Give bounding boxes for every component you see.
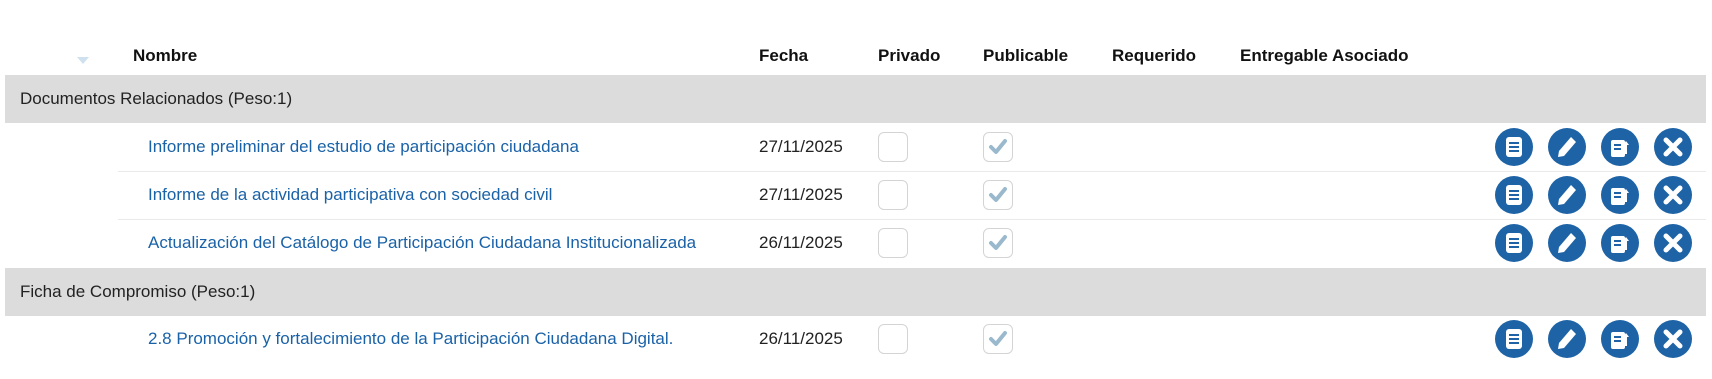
document-icon <box>1506 137 1522 157</box>
export-icon <box>1611 332 1629 349</box>
export-icon <box>1611 140 1629 157</box>
checkmark-icon <box>989 235 1007 250</box>
close-icon <box>1663 185 1683 205</box>
view-document-button[interactable] <box>1495 320 1533 358</box>
document-link[interactable]: Informe de la actividad participativa co… <box>148 185 552 205</box>
close-icon <box>1663 329 1683 349</box>
document-link[interactable]: Actualización del Catálogo de Participac… <box>148 233 696 253</box>
publicable-checkbox[interactable] <box>983 132 1013 162</box>
sort-arrow-icon[interactable] <box>77 57 89 64</box>
export-icon <box>1611 188 1629 205</box>
checkmark-icon <box>989 187 1007 202</box>
document-icon <box>1506 185 1522 205</box>
document-date: 27/11/2025 <box>759 137 843 156</box>
export-button[interactable] <box>1601 224 1639 262</box>
column-header-publicable[interactable]: Publicable <box>983 46 1068 66</box>
document-date: 27/11/2025 <box>759 185 843 204</box>
publicable-checkbox[interactable] <box>983 180 1013 210</box>
column-header-requerido[interactable]: Requerido <box>1112 46 1196 66</box>
publicable-checkbox[interactable] <box>983 324 1013 354</box>
pencil-icon <box>1558 185 1576 205</box>
checkmark-icon <box>989 331 1007 346</box>
delete-button[interactable] <box>1654 176 1692 214</box>
row-divider <box>118 171 1706 172</box>
column-header-privado[interactable]: Privado <box>878 46 940 66</box>
delete-button[interactable] <box>1654 320 1692 358</box>
document-date: 26/11/2025 <box>759 329 843 348</box>
document-link[interactable]: Informe preliminar del estudio de partic… <box>148 137 579 157</box>
pencil-icon <box>1558 137 1576 157</box>
checkmark-icon <box>989 139 1007 154</box>
view-document-button[interactable] <box>1495 224 1533 262</box>
export-icon <box>1611 236 1629 253</box>
column-header-entregable-asociado[interactable]: Entregable Asociado <box>1240 46 1408 66</box>
privado-checkbox[interactable] <box>878 180 908 210</box>
column-header-nombre[interactable]: Nombre <box>133 46 197 66</box>
document-link[interactable]: 2.8 Promoción y fortalecimiento de la Pa… <box>148 329 673 349</box>
group-header: Documentos Relacionados (Peso:1) <box>5 75 1706 123</box>
row-divider <box>118 219 1706 220</box>
column-header-fecha[interactable]: Fecha <box>759 46 808 66</box>
delete-button[interactable] <box>1654 224 1692 262</box>
edit-button[interactable] <box>1548 128 1586 166</box>
export-button[interactable] <box>1601 176 1639 214</box>
export-button[interactable] <box>1601 320 1639 358</box>
pencil-icon <box>1558 329 1576 349</box>
close-icon <box>1663 137 1683 157</box>
delete-button[interactable] <box>1654 128 1692 166</box>
document-icon <box>1506 233 1522 253</box>
publicable-checkbox[interactable] <box>983 228 1013 258</box>
export-button[interactable] <box>1601 128 1639 166</box>
group-header: Ficha de Compromiso (Peso:1) <box>5 268 1706 316</box>
view-document-button[interactable] <box>1495 128 1533 166</box>
privado-checkbox[interactable] <box>878 228 908 258</box>
edit-button[interactable] <box>1548 320 1586 358</box>
privado-checkbox[interactable] <box>878 132 908 162</box>
privado-checkbox[interactable] <box>878 324 908 354</box>
close-icon <box>1663 233 1683 253</box>
edit-button[interactable] <box>1548 224 1586 262</box>
document-icon <box>1506 329 1522 349</box>
view-document-button[interactable] <box>1495 176 1533 214</box>
pencil-icon <box>1558 233 1576 253</box>
edit-button[interactable] <box>1548 176 1586 214</box>
document-date: 26/11/2025 <box>759 233 843 252</box>
